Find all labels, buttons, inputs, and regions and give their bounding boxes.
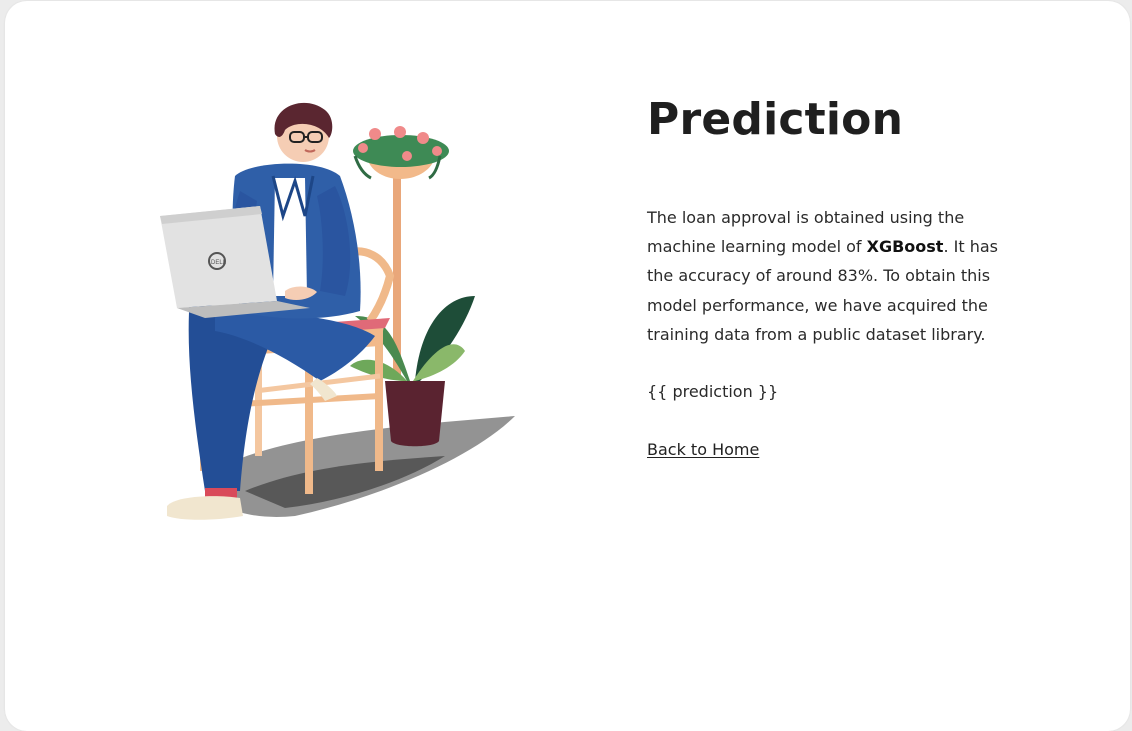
prediction-result: {{ prediction }} xyxy=(647,382,779,402)
page-title: Prediction xyxy=(647,94,904,145)
text-column: Prediction The loan approval is obtained… xyxy=(647,89,1007,462)
model-description: The loan approval is obtained using the … xyxy=(647,203,1007,349)
svg-text:DELL: DELL xyxy=(211,260,227,266)
back-to-home-link[interactable]: Back to Home xyxy=(647,438,759,462)
model-name: XGBoost xyxy=(866,237,944,257)
person-with-laptop-illustration: DELL xyxy=(160,102,515,520)
content-card: DELL Prediction The loan approval is obt… xyxy=(5,1,1130,731)
